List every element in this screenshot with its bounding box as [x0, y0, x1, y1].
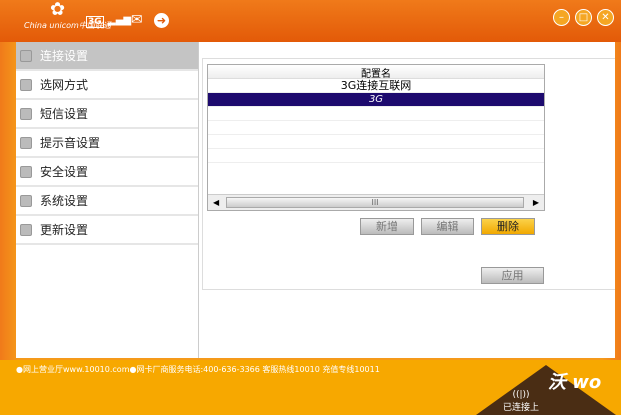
sidebar: 连接设置 选网方式 短信设置 提示音设置 安全设置 系统设置 更新设置 — [16, 42, 199, 358]
mail-icon[interactable]: ✉ — [131, 12, 143, 28]
sidebar-item-label: 提示音设置 — [40, 136, 101, 150]
update-settings-icon — [20, 223, 32, 236]
table-row-selected[interactable]: 3G — [208, 93, 544, 107]
sidebar-item-label: 选网方式 — [40, 78, 89, 92]
sidebar-item-security[interactable]: 安全设置 — [16, 158, 198, 187]
sidebar-item-sound[interactable]: 提示音设置 — [16, 129, 198, 158]
table-row[interactable]: 3G连接互联网 — [208, 79, 544, 93]
delete-button[interactable]: 删除 — [481, 218, 535, 235]
sidebar-item-label: 安全设置 — [40, 165, 89, 179]
sidebar-item-connection[interactable]: 连接设置 — [16, 42, 198, 71]
wo-brand-logo: 沃 wo — [548, 372, 602, 393]
lock-icon — [20, 165, 32, 178]
sidebar-item-update[interactable]: 更新设置 — [16, 216, 198, 245]
apply-button[interactable]: 应用 — [481, 267, 544, 284]
connection-settings-panel: 配置名 3G连接互联网 3G ◀ III ▶ 新增 编辑 删除 应用 — [202, 58, 615, 290]
minimize-icon[interactable]: – — [553, 9, 570, 26]
footer-info: ●网上营业厅www.10010.com●网卡厂商服务电话:400-636-336… — [16, 365, 380, 374]
speaker-icon — [20, 136, 32, 149]
restore-icon[interactable]: □ — [575, 9, 592, 26]
profile-table: 配置名 3G连接互联网 3G ◀ III ▶ — [207, 64, 545, 211]
connection-status-label: 已连接上 — [502, 403, 539, 413]
connection-icon — [20, 49, 32, 62]
3g-badge: 3G — [86, 16, 104, 28]
sidebar-item-label: 系统设置 — [40, 194, 89, 208]
sidebar-item-network-mode[interactable]: 选网方式 — [16, 71, 198, 100]
antenna-icon: ((|)) — [512, 390, 530, 400]
sms-icon — [20, 107, 32, 120]
update-icon[interactable]: ➜ — [154, 13, 169, 28]
column-header-profile-name[interactable]: 配置名 — [208, 65, 544, 80]
sidebar-item-sms[interactable]: 短信设置 — [16, 100, 198, 129]
scroll-thumb[interactable]: III — [226, 197, 524, 208]
signal-bars-icon: ▂▄▆ — [108, 15, 132, 26]
close-icon[interactable]: ✕ — [597, 9, 614, 26]
horizontal-scrollbar[interactable]: ◀ III ▶ — [208, 194, 544, 210]
scroll-right-icon[interactable]: ▶ — [533, 198, 539, 207]
network-icon — [20, 78, 32, 91]
connection-status[interactable]: ((|)) 已连接上 — [496, 390, 546, 413]
sidebar-item-system[interactable]: 系统设置 — [16, 187, 198, 216]
edit-button[interactable]: 编辑 — [421, 218, 474, 235]
add-button[interactable]: 新增 — [360, 218, 414, 235]
sidebar-item-label: 连接设置 — [40, 49, 89, 63]
sidebar-item-label: 更新设置 — [40, 223, 89, 237]
sidebar-item-label: 短信设置 — [40, 107, 89, 121]
scroll-left-icon[interactable]: ◀ — [213, 198, 219, 207]
wrench-icon — [20, 194, 32, 207]
main-panel: 连接设置 选网方式 短信设置 提示音设置 安全设置 系统设置 更新设置 配置名 … — [16, 42, 615, 358]
title-bar: ✿ China unicom中国联通 3G ▂▄▆ ✉ ➜ – □ ✕ — [0, 0, 621, 42]
